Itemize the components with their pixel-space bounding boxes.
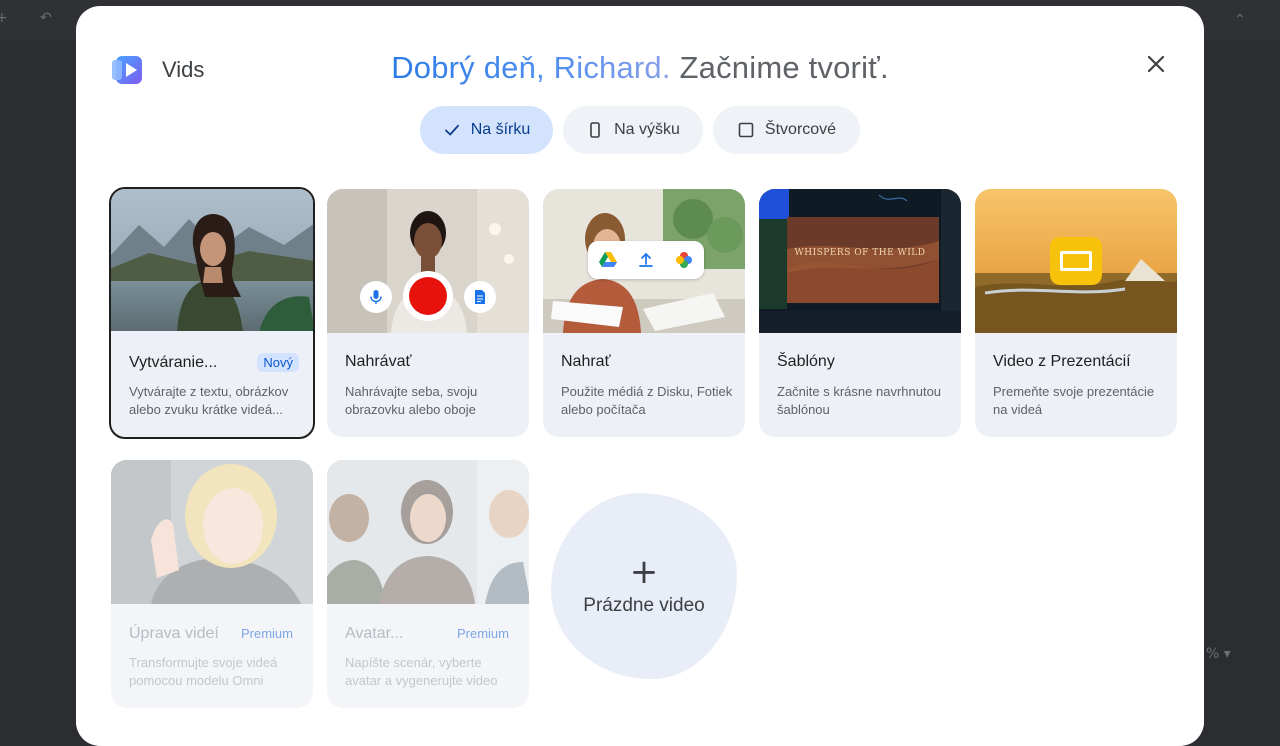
template-preview-title: WHISPERS OF THE WILD	[794, 248, 926, 258]
card-record-title-row: Nahrávať	[345, 353, 515, 371]
card-templates-description: Začnite s krásne navrhnutou šablónou	[777, 384, 942, 417]
upload-icon[interactable]	[638, 252, 654, 268]
edit-videos-thumbnail	[111, 460, 313, 604]
avatar-thumbnail	[327, 460, 529, 604]
card-edit-videos[interactable]: Úprava videí Premium Transformujte svoje…	[111, 460, 313, 708]
templates-thumbnail: WHISPERS OF THE WILD	[759, 189, 961, 333]
greeting-name: Dobrý deň, Richard.	[391, 50, 671, 85]
card-templates[interactable]: WHISPERS OF THE WILD Šablóny Začnite s k…	[759, 189, 961, 437]
card-upload-title-row: Nahrať	[561, 353, 731, 371]
blank-video-label: Prázdne video	[583, 595, 705, 616]
new-badge: Nový	[257, 353, 299, 372]
greeting-cta: Začnime tvoriť.	[679, 50, 889, 85]
orientation-landscape-chip[interactable]: Na šírku	[420, 106, 553, 154]
add-icon[interactable]: +	[0, 10, 8, 26]
card-templates-title: Šablóny	[777, 353, 835, 370]
script-button[interactable]	[464, 281, 496, 313]
slides-logo-icon	[1050, 237, 1102, 285]
orientation-landscape-label: Na šírku	[470, 121, 531, 138]
card-upload-description: Použite médiá z Disku, Fotiek alebo počí…	[561, 384, 733, 417]
upload-source-bar	[588, 241, 704, 279]
card-upload[interactable]: Nahrať Použite médiá z Disku, Fotiek ale…	[543, 189, 745, 437]
undo-icon[interactable]: ↶	[40, 10, 52, 26]
blank-video-button[interactable]: + Prázdne video	[551, 493, 737, 679]
card-avatar-title: Avatar...	[345, 624, 404, 642]
card-upload-title: Nahrať	[561, 353, 611, 370]
plus-icon: +	[629, 552, 659, 592]
card-generate-description: Vytvárajte z textu, obrázkov alebo zvuku…	[129, 384, 289, 417]
slides-thumbnail	[975, 189, 1177, 333]
check-icon	[444, 124, 459, 136]
portrait-icon	[590, 122, 600, 138]
card-avatar-description: Napíšte scenár, vyberte avatar a vygener…	[345, 655, 498, 688]
card-generate[interactable]: Vytváranie... Nový Vytvárajte z textu, o…	[109, 187, 315, 439]
record-thumbnail	[327, 189, 529, 333]
upload-thumbnail	[543, 189, 745, 333]
photos-icon[interactable]	[674, 250, 694, 270]
card-from-slides-title: Video z Prezentácií	[993, 353, 1131, 370]
chevron-up-icon[interactable]: ⌃	[1234, 12, 1246, 28]
card-record-title: Nahrávať	[345, 353, 412, 370]
card-from-slides[interactable]: Video z Prezentácií Premeňte svoje preze…	[975, 189, 1177, 437]
orientation-square-label: Štvorcové	[764, 121, 837, 138]
create-video-dialog: Vids Dobrý deň, Richard. Začnime tvoriť.…	[76, 6, 1204, 746]
premium-badge: Premium	[240, 626, 293, 641]
record-icon	[409, 277, 447, 315]
card-record-description: Nahrávajte seba, svoju obrazovku alebo o…	[345, 384, 478, 417]
orientation-square-chip[interactable]: Štvorcové	[713, 106, 860, 154]
microphone-icon	[370, 290, 382, 304]
card-from-slides-title-row: Video z Prezentácií	[993, 353, 1163, 371]
generate-thumbnail	[111, 189, 313, 331]
premium-badge: Premium	[456, 626, 509, 641]
card-record[interactable]: Nahrávať Nahrávajte seba, svoju obrazovk…	[327, 189, 529, 437]
card-from-slides-description: Premeňte svoje prezentácie na videá	[993, 384, 1155, 417]
greeting-heading: Dobrý deň, Richard. Začnime tvoriť.	[76, 50, 1204, 86]
card-generate-title: Vytváranie...	[129, 353, 218, 371]
square-icon	[738, 122, 754, 138]
card-generate-title-row: Vytváranie... Nový	[129, 353, 299, 372]
card-edit-videos-title-row: Úprava videí Premium	[129, 624, 299, 643]
close-icon	[1147, 55, 1165, 73]
drive-icon[interactable]	[598, 251, 618, 269]
close-button[interactable]	[1140, 48, 1172, 80]
card-templates-title-row: Šablóny	[777, 353, 947, 371]
record-button[interactable]	[403, 271, 453, 321]
card-avatar[interactable]: Avatar... Premium Napíšte scenár, vybert…	[327, 460, 529, 708]
document-icon	[475, 290, 485, 304]
orientation-selector: Na šírku Na výšku Štvorcové	[76, 106, 1204, 154]
orientation-portrait-label: Na výšku	[614, 121, 680, 138]
card-edit-videos-description: Transformujte svoje videá pomocou modelu…	[129, 655, 278, 688]
card-edit-videos-title: Úprava videí	[129, 624, 219, 642]
card-avatar-title-row: Avatar... Premium	[345, 624, 515, 643]
zoom-control[interactable]: % ▾	[1206, 646, 1231, 662]
microphone-button[interactable]	[360, 281, 392, 313]
orientation-portrait-chip[interactable]: Na výšku	[563, 106, 703, 154]
